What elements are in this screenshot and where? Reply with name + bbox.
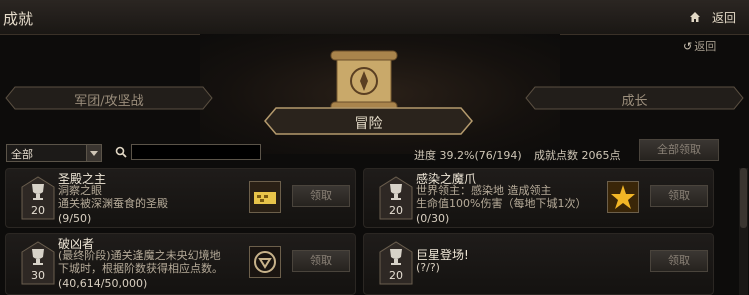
category-label-right: 成长	[621, 94, 648, 109]
emblem-icon[interactable]	[249, 246, 281, 278]
achievement-progress: (40,614/50,000)	[58, 277, 148, 290]
desc-line: 洞察之眼	[58, 184, 102, 197]
achievement-description: (最终阶段)通关逢魔之未央幻境地 下城时，根据阶数获得相应点数。	[58, 249, 223, 275]
desc-line: 通关被深渊蚕食的圣殿	[58, 197, 168, 210]
desc-line: 生命值100%伤害（每地下城1次）	[416, 197, 587, 210]
search-icon	[115, 146, 127, 158]
star-burst-icon[interactable]	[607, 181, 639, 213]
scrollbar-thumb[interactable]	[740, 168, 747, 228]
desc-line: 下城时，根据阶数获得相应点数。	[58, 262, 223, 275]
points-value: 20	[389, 269, 403, 282]
claim-button[interactable]: 领取	[292, 250, 350, 272]
progress-text: 进度 39.2%(76/194)	[414, 149, 522, 162]
category-label-left: 军团/攻坚战	[74, 94, 144, 109]
achievement-card: 30 破凶者 (最终阶段)通关逢魔之未央幻境地 下城时，根据阶数获得相应点数。 (…	[5, 233, 356, 295]
sub-back-button[interactable]: ↺ 返回	[683, 38, 716, 54]
back-button[interactable]: 返回	[712, 9, 736, 26]
points-badge: 20	[20, 175, 56, 221]
search-input[interactable]	[131, 144, 261, 160]
chevron-down-icon	[86, 145, 101, 161]
achievement-card: 20 巨星登场! (?/?) 领取	[363, 233, 714, 295]
scrollbar[interactable]	[739, 168, 748, 295]
achievement-points: 成就点数 2065点	[534, 149, 621, 162]
achievement-card: 20 圣殿之主 洞察之眼 通关被深渊蚕食的圣殿 (9/50) 领取	[5, 168, 356, 228]
claim-button[interactable]: 领取	[292, 185, 350, 207]
scroll-icon	[330, 50, 398, 112]
gold-stack-icon[interactable]	[249, 181, 281, 213]
category-tab-center[interactable]: 冒险	[264, 107, 473, 135]
points-value: 20	[389, 204, 403, 217]
desc-line: 世界领主：感染地 造成领主	[416, 184, 552, 197]
achievement-progress: (0/30)	[416, 212, 450, 225]
claim-button[interactable]: 领取	[650, 250, 708, 272]
achievement-progress: (9/50)	[58, 212, 92, 225]
sub-back-label: 返回	[694, 40, 717, 53]
return-arrow-icon: ↺	[683, 40, 693, 53]
points-badge: 30	[20, 240, 56, 286]
claim-all-button[interactable]: 全部领取	[639, 139, 719, 161]
achievement-description: 洞察之眼 通关被深渊蚕食的圣殿	[58, 184, 168, 210]
points-badge: 20	[378, 175, 414, 221]
achievement-description: 世界领主：感染地 造成领主 生命值100%伤害（每地下城1次）	[416, 184, 586, 210]
home-icon[interactable]	[689, 11, 701, 23]
achievement-card: 20 感染之魔爪 世界领主：感染地 造成领主 生命值100%伤害（每地下城1次） …	[363, 168, 714, 228]
desc-line: (最终阶段)通关逢魔之未央幻境地	[58, 249, 221, 262]
filter-dropdown[interactable]: 全部	[6, 144, 102, 162]
filter-selected: 全部	[11, 148, 33, 161]
title-bar: 成就 返回	[0, 0, 749, 35]
window-title: 成就	[3, 10, 34, 28]
category-tab-left[interactable]: 军团/攻坚战	[5, 86, 213, 110]
achievement-progress: (?/?)	[416, 261, 440, 274]
points-value: 20	[31, 204, 45, 217]
points-value: 30	[31, 269, 45, 282]
claim-button[interactable]: 领取	[650, 185, 708, 207]
category-tab-right[interactable]: 成长	[525, 86, 744, 110]
category-label-center: 冒险	[354, 116, 383, 132]
points-badge: 20	[378, 240, 414, 286]
